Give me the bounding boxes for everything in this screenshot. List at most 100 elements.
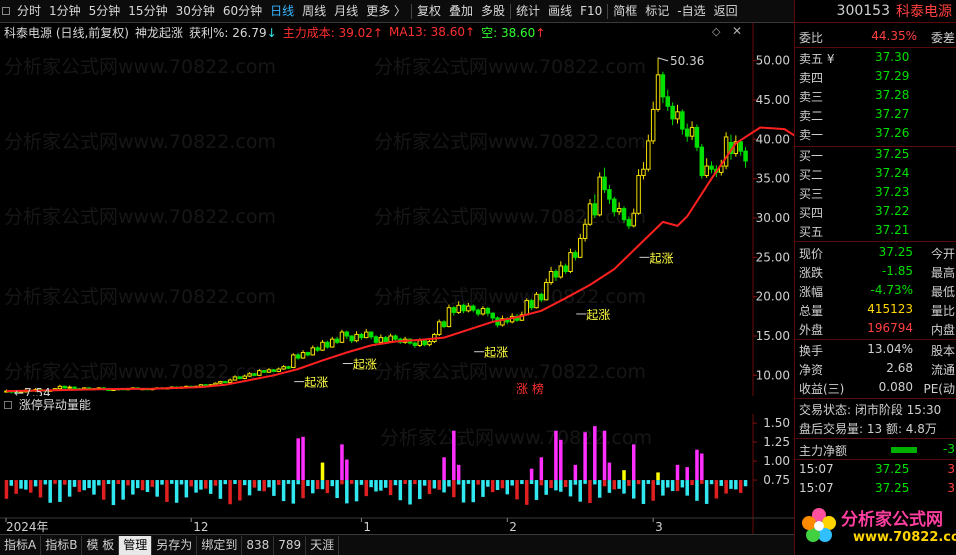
volume-bar	[490, 480, 495, 493]
volume-bar	[544, 480, 548, 495]
bottom-tab-8[interactable]: 天涯	[306, 535, 340, 555]
bottom-tab-6[interactable]: 838	[242, 535, 275, 555]
candle	[650, 108, 656, 142]
signal-label: 起涨	[649, 250, 673, 265]
volume-bar	[646, 480, 651, 484]
quote2-row: 净资 2.68 流通	[797, 361, 955, 379]
candle	[232, 376, 238, 381]
signal-label: 起涨	[304, 375, 328, 390]
layout-icon[interactable]	[2, 7, 10, 15]
after-row: 盘后交易量: 13 额: 4.8万	[797, 420, 955, 438]
quote-label: 现价	[799, 247, 824, 261]
watermark-text: 分析家公式网www.70822.com	[374, 131, 646, 153]
toolbar-item-6[interactable]: 日线	[266, 0, 298, 23]
toolbar-item-10[interactable]: 复权	[413, 0, 445, 23]
bottom-tab-0[interactable]: 指标A	[0, 535, 42, 555]
candle	[573, 252, 578, 258]
volume-bar	[524, 480, 529, 505]
bottom-tab-1[interactable]: 指标B	[41, 535, 83, 555]
volume-bar	[466, 480, 471, 484]
volume-bar	[685, 480, 689, 496]
toolbar-item-17[interactable]: 标记	[641, 0, 673, 23]
indicator-box-icon[interactable]	[4, 401, 12, 409]
toolbar-item-13[interactable]: 统计	[512, 0, 544, 23]
candle	[446, 307, 452, 328]
volume-bar	[369, 480, 373, 488]
toolbar-item-0[interactable]: 分时	[13, 0, 45, 23]
volume-bar	[325, 480, 330, 494]
candle	[655, 74, 661, 110]
candle	[646, 140, 651, 170]
quote-label: 外盘	[799, 323, 824, 337]
candle	[291, 354, 296, 368]
volume-bar	[301, 480, 305, 499]
toolbar-item-3[interactable]: 15分钟	[124, 0, 171, 23]
toolbar-item-5[interactable]: 60分钟	[219, 0, 266, 23]
candle	[378, 337, 384, 343]
candle	[213, 382, 218, 386]
bottom-tab-2[interactable]: 模 板	[82, 535, 120, 555]
sell-label: 卖四	[799, 71, 824, 85]
toolbar-item-8[interactable]: 月线	[330, 0, 362, 23]
volume-chart[interactable]: 分析家公式网www.70822.com 1.50 1.25 1.00 0.75 2024年…	[0, 414, 794, 534]
buy-row: 买二 37.24	[797, 166, 955, 184]
candle	[743, 150, 748, 162]
volume-bar	[422, 480, 427, 486]
candle	[364, 331, 369, 339]
toolbar-item-18[interactable]: -自选	[673, 0, 709, 23]
toolbar-item-14[interactable]: 画线	[544, 0, 576, 23]
buy-price: 37.25	[875, 147, 910, 161]
quote-value: -1.85	[881, 264, 913, 278]
volume-bar	[539, 480, 544, 486]
volume-bar	[651, 480, 655, 501]
volume-bar	[252, 480, 257, 488]
volume-bar	[238, 480, 242, 501]
volume-bar	[442, 480, 446, 493]
volume-spike	[320, 462, 325, 481]
watermark-layer: 分析家公式网www.70822.com 分析家公式网www.70822.com 分析…	[4, 56, 646, 383]
toolbar-item-19[interactable]: 返回	[710, 0, 742, 23]
candle	[704, 165, 709, 177]
toolbar-item-15[interactable]: F10	[576, 0, 606, 23]
buy-label: 买三	[799, 187, 824, 201]
candle	[310, 347, 316, 356]
candle	[558, 265, 564, 278]
volume-bar	[388, 480, 393, 496]
candle	[451, 307, 457, 313]
after-trade: 盘后交易量: 13 额: 4.8万	[799, 422, 937, 436]
price-axis-label: 50.00	[756, 54, 790, 68]
volume-axis-label: 1.25	[763, 435, 790, 449]
candle	[660, 74, 666, 98]
toolbar-item-12[interactable]: 多股	[477, 0, 509, 23]
toolbar-item-2[interactable]: 5分钟	[85, 0, 125, 23]
buy-label: 买二	[799, 168, 824, 182]
volume-bar	[330, 480, 334, 487]
volume-bar	[500, 480, 505, 489]
signal-label: 起涨	[586, 307, 610, 322]
volume-bar	[622, 480, 626, 494]
bottom-tab-3[interactable]: 管理	[119, 535, 153, 555]
price-chart[interactable]: 分析家公式网www.70822.com 分析家公式网www.70822.com 分析…	[0, 23, 794, 403]
bottom-tab-7[interactable]: 789	[274, 535, 307, 555]
toolbar-item-9[interactable]: 更多 〉	[362, 0, 410, 23]
volume-bar	[349, 480, 354, 484]
candle	[475, 309, 481, 315]
toolbar-item-16[interactable]: 简框	[609, 0, 641, 23]
toolbar-item-4[interactable]: 30分钟	[172, 0, 219, 23]
candle	[607, 189, 612, 200]
volume-spike	[559, 439, 563, 481]
buy-label: 买一	[799, 149, 824, 163]
quote2-right-label: 流通	[930, 363, 955, 377]
toolbar-item-11[interactable]: 叠加	[445, 0, 477, 23]
bottom-tab-4[interactable]: 另存为	[152, 535, 198, 555]
candle	[543, 282, 549, 301]
candle	[67, 386, 72, 389]
volume-bar	[121, 480, 125, 500]
volume-bar	[588, 480, 592, 504]
volume-spike	[675, 464, 680, 481]
toolbar-item-7[interactable]: 周线	[298, 0, 330, 23]
toolbar-item-1[interactable]: 1分钟	[45, 0, 85, 23]
volume-bar	[111, 480, 116, 506]
volume-spike	[607, 462, 612, 481]
bottom-tab-5[interactable]: 绑定到	[197, 535, 243, 555]
